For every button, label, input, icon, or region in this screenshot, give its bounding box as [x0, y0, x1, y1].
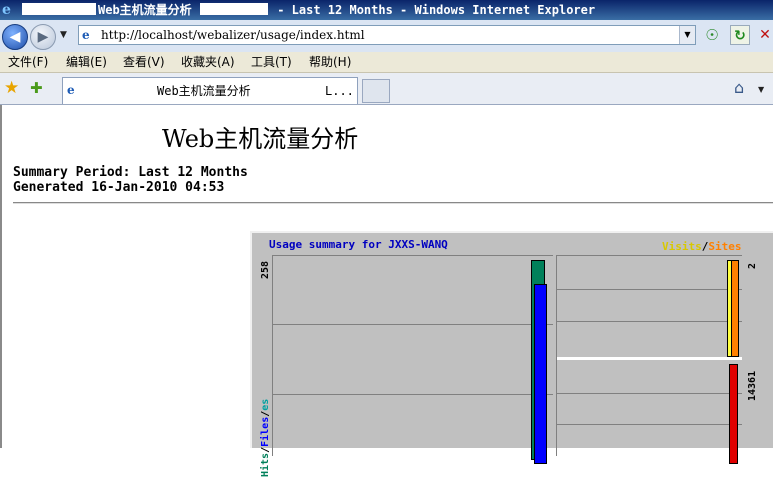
- bar-kbytes: [729, 364, 738, 464]
- security-shield-icon[interactable]: ☉: [702, 25, 722, 45]
- graph-title: Usage summary for JXXS-WANQ: [269, 238, 448, 251]
- tab-title: Web主机流量分析: [157, 84, 251, 98]
- series-hits-label: Hits: [260, 452, 271, 477]
- gridline: [557, 393, 742, 394]
- summary-period: Summary Period: Last 12 Months: [13, 165, 248, 180]
- add-favorite-icon[interactable]: ✚: [30, 79, 43, 97]
- stop-button[interactable]: ✕: [755, 25, 773, 45]
- usage-summary-graph: Usage summary for JXXS-WANQ Visits/Sites…: [250, 231, 773, 477]
- page-icon: e: [67, 83, 75, 97]
- window-title-suffix: - Last 12 Months - Windows Internet Expl…: [270, 3, 596, 17]
- right-axis-top-label: 2: [747, 262, 758, 269]
- right-axis-bottom-label: 14361: [747, 370, 758, 401]
- back-button[interactable]: ◀: [2, 24, 28, 50]
- internet-explorer-icon: e: [2, 2, 11, 18]
- home-dropdown-icon[interactable]: ▼: [758, 85, 764, 94]
- address-toolbar: ◀ ▶ ▼ e http://localhost/webalizer/usage…: [0, 20, 773, 52]
- menu-view[interactable]: 查看(V): [123, 54, 165, 70]
- gridline: [557, 321, 742, 322]
- bar-files: [534, 284, 547, 464]
- arrow-left-icon: ◀: [9, 29, 21, 45]
- arrow-right-icon: ▶: [37, 29, 49, 45]
- series-pages-label: es: [260, 398, 271, 411]
- gridline: [557, 424, 742, 425]
- address-url[interactable]: http://localhost/webalizer/usage/index.h…: [101, 27, 365, 43]
- left-axis-series-label: Hits/Files/es: [260, 399, 271, 477]
- legend-sites: Sites: [708, 240, 742, 253]
- refresh-button[interactable]: ↻: [730, 25, 750, 45]
- menu-bar: 文件(F) 编辑(E) 查看(V) 收藏夹(A) 工具(T) 帮助(H): [0, 52, 773, 73]
- new-tab-button[interactable]: [362, 79, 390, 103]
- menu-file[interactable]: 文件(F): [8, 54, 48, 70]
- favorites-star-icon[interactable]: ★: [4, 79, 19, 97]
- page-title: Web主机流量分析: [162, 125, 359, 153]
- tab-active[interactable]: e Web主机流量分析 L...: [62, 77, 358, 104]
- summary-info: Summary Period: Last 12 Months Generated…: [13, 165, 248, 195]
- series-separator: /: [260, 410, 271, 417]
- graph-legend: Visits/Sites: [662, 240, 742, 253]
- tab-bar: ★ ✚ e Web主机流量分析 L... ⌂ ▼: [0, 73, 773, 105]
- hits-files-plot: [272, 255, 553, 464]
- menu-tools[interactable]: 工具(T): [251, 54, 292, 70]
- window-titlebar: e Web主机流量分析 - Last 12 Months - Windows I…: [0, 0, 773, 20]
- redacted-region: [22, 3, 96, 15]
- redacted-region: [200, 3, 268, 15]
- menu-help[interactable]: 帮助(H): [309, 54, 351, 70]
- address-dropdown-icon[interactable]: ▼: [679, 26, 695, 44]
- visits-sites-plot: [556, 255, 742, 464]
- gridline: [557, 289, 742, 290]
- gridline: [273, 324, 553, 325]
- legend-visits: Visits: [662, 240, 702, 253]
- page-content: Web主机流量分析 Summary Period: Last 12 Months…: [0, 105, 773, 477]
- series-files-label: Files: [260, 416, 271, 447]
- divider: [13, 202, 773, 204]
- generated-date: Generated 16-Jan-2010 04:53: [13, 180, 225, 195]
- forward-button[interactable]: ▶: [30, 24, 56, 50]
- menu-favorites[interactable]: 收藏夹(A): [181, 54, 235, 70]
- window-title: Web主机流量分析: [98, 3, 192, 17]
- recent-pages-dropdown-icon[interactable]: ▼: [60, 30, 67, 40]
- menu-edit[interactable]: 编辑(E): [66, 54, 107, 70]
- tab-title-more: L...: [325, 84, 354, 98]
- panel-separator: [557, 357, 742, 360]
- address-field[interactable]: e http://localhost/webalizer/usage/index…: [78, 25, 696, 45]
- gridline: [273, 394, 553, 395]
- left-axis-max-label: 258: [260, 260, 271, 279]
- bar-sites: [731, 260, 739, 357]
- home-icon[interactable]: ⌂: [734, 79, 744, 97]
- page-icon: e: [82, 28, 90, 42]
